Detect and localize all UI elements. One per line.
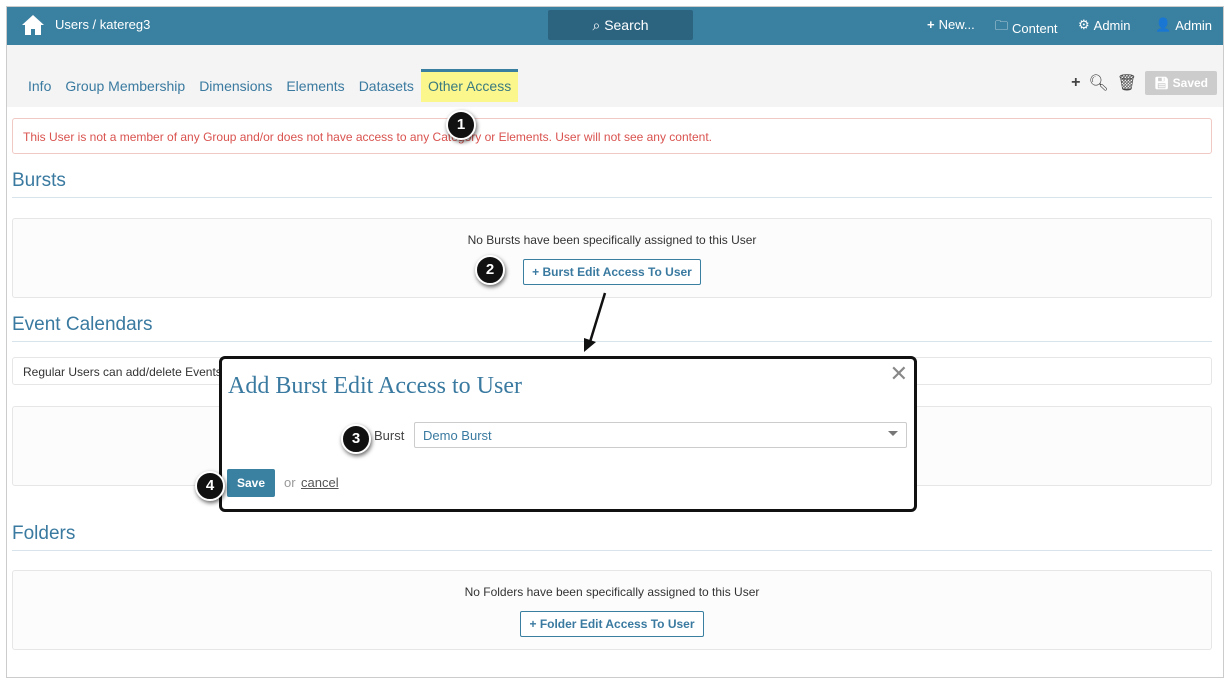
callout-arrow [584, 292, 607, 352]
step-badge-1: 1 [446, 110, 476, 140]
step-badge-4: 4 [195, 471, 225, 501]
step-badge-2: 2 [475, 255, 505, 285]
step-badge-3: 3 [341, 424, 371, 454]
